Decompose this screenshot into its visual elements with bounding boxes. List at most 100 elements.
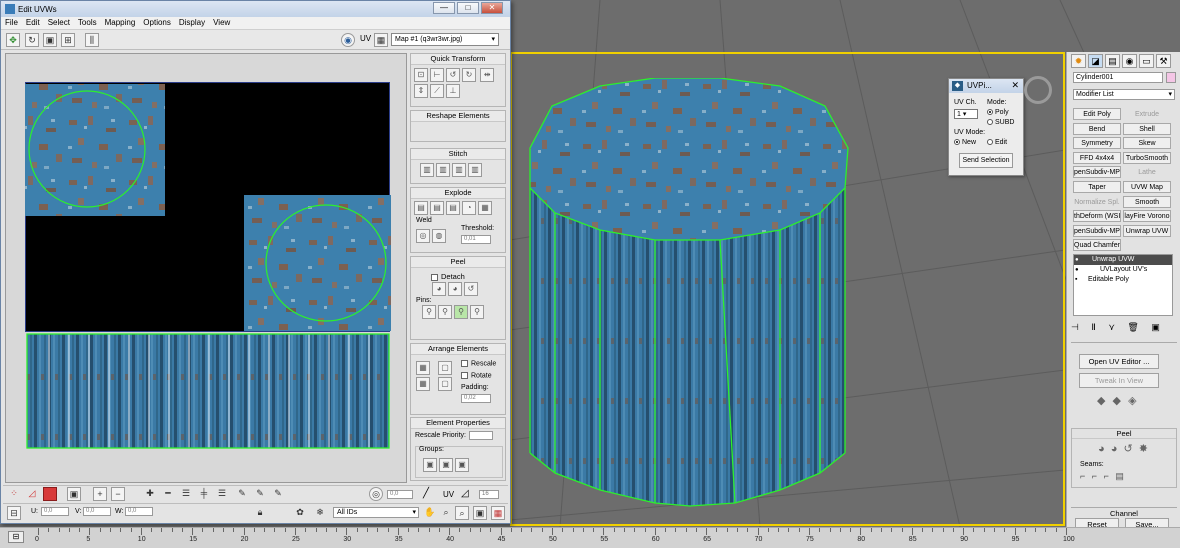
stitch-header[interactable]: Stitch (411, 149, 505, 160)
modifier-button[interactable]: Unwrap UVW (1123, 224, 1171, 237)
planar-icon[interactable]: ◆ (1097, 395, 1105, 407)
stitch-source-icon[interactable]: ▥ (436, 163, 450, 177)
tweak-in-view-button[interactable]: Tweak In View (1079, 373, 1159, 388)
menu-view[interactable]: View (209, 17, 234, 29)
stitch-avg-icon[interactable]: ▥ (452, 163, 466, 177)
paint-select-icon[interactable]: ✎ (235, 487, 249, 501)
weld-selected-icon[interactable]: ◎ (416, 229, 430, 243)
close-button[interactable]: ✕ (481, 2, 503, 14)
time-config-icon[interactable]: ⊟ (8, 531, 24, 543)
configure-icon[interactable]: ▣ (1151, 322, 1160, 332)
zoom-extents-icon[interactable]: ▣ (473, 506, 487, 520)
menu-display[interactable]: Display (175, 17, 209, 29)
arrange-header[interactable]: Arrange Elements (411, 344, 505, 355)
explode-header[interactable]: Explode (411, 188, 505, 199)
stack-item-uvlayout[interactable]: ● UVLayout UV's (1074, 265, 1172, 275)
falloff-icon[interactable]: ╱ (423, 488, 429, 499)
peel-reset-icon[interactable]: ↺ (1123, 443, 1132, 455)
mode-subd-radio[interactable]: SUBD (987, 119, 1014, 126)
group-add-icon[interactable]: ▣ (439, 458, 453, 472)
rescale-priority-input[interactable] (469, 431, 493, 440)
quick-transform-header[interactable]: Quick Transform (411, 54, 505, 65)
brush-size-icon[interactable]: ✎ (271, 487, 285, 501)
modifier-button[interactable]: UVW Map (1123, 181, 1171, 193)
bulb-icon[interactable]: ● (1075, 255, 1079, 265)
grow-icon[interactable]: + (93, 487, 107, 501)
align-y-icon[interactable]: ⊥ (446, 84, 460, 98)
bulb-icon[interactable]: ● (1075, 265, 1079, 275)
stitch-custom-icon[interactable]: ▥ (420, 163, 434, 177)
modifier-button[interactable]: Lathe (1123, 166, 1171, 178)
menu-file[interactable]: File (1, 17, 22, 29)
peel-quick-icon[interactable]: ◕ (1098, 443, 1105, 455)
pan-icon[interactable]: ✋ (423, 506, 437, 520)
modifier-button[interactable]: layFire Vorono (1123, 210, 1171, 223)
modify-tab-icon[interactable]: ◪ (1088, 54, 1103, 68)
loop-shrink-icon[interactable]: ━ (161, 487, 175, 501)
ring-grow-icon[interactable]: ╪ (197, 487, 211, 501)
send-selection-button[interactable]: Send Selection (959, 153, 1013, 168)
select-face-icon[interactable] (43, 487, 57, 501)
freeze-icon[interactable]: ❄ (313, 506, 327, 520)
break-icon[interactable]: ◔ (462, 201, 476, 215)
modifier-button[interactable]: penSubdiv-MP (1073, 224, 1121, 237)
peel-header[interactable]: Peel (411, 257, 505, 268)
weld-target-icon[interactable]: ◍ (432, 229, 446, 243)
straighten-icon[interactable]: ⟋ (430, 84, 444, 98)
explode-smooth-icon[interactable]: ▤ (414, 201, 428, 215)
channel-header[interactable]: Channel (1071, 507, 1177, 518)
modifier-button[interactable]: Taper (1073, 181, 1121, 193)
modifier-button[interactable]: Smooth (1123, 195, 1171, 208)
threshold-input[interactable]: 0,01 (461, 235, 491, 244)
modifier-stack[interactable]: ● Unwrap UVW ● UVLayout UV's ▪ Editable Pol… (1073, 254, 1173, 316)
open-uv-editor-button[interactable]: Open UV Editor ... (1079, 354, 1159, 369)
rotate-checkbox[interactable]: Rotate (461, 372, 492, 379)
modifier-list-select[interactable]: Modifier List ▾ (1073, 89, 1175, 100)
select-vertex-icon[interactable]: ⁘ (7, 487, 21, 501)
viewcube-icon[interactable] (1024, 76, 1052, 104)
close-icon[interactable]: ✕ (1011, 80, 1019, 91)
element-properties-header[interactable]: Element Properties (411, 418, 505, 429)
peel-pelt-icon[interactable]: ✸ (1139, 443, 1148, 455)
motion-tab-icon[interactable]: ◉ (1122, 54, 1137, 68)
modifier-button[interactable]: thDeform (WSI (1073, 210, 1121, 223)
menu-mapping[interactable]: Mapping (101, 17, 140, 29)
zoom-region-icon[interactable]: ⌕ (455, 506, 469, 520)
padding-input[interactable]: 0,02 (461, 394, 491, 403)
checker-icon[interactable]: ◉ (341, 33, 355, 47)
uv-channel-select[interactable]: 1 ▾ (954, 109, 978, 119)
modifier-button[interactable]: Edit Poly (1073, 108, 1121, 120)
move-icon[interactable]: ✥ (6, 33, 20, 47)
material-id-select[interactable]: All IDs ▾ (333, 507, 419, 518)
modifier-button[interactable]: Skew (1123, 137, 1171, 150)
auto-pin-icon[interactable]: ⚲ (454, 305, 468, 319)
uv-mode-edit-radio[interactable]: Edit (987, 139, 1007, 146)
explode-mat-icon[interactable]: ▤ (446, 201, 460, 215)
seam-point-icon[interactable]: ⌐ (1092, 471, 1097, 481)
modifier-button[interactable]: Bend (1073, 122, 1121, 135)
select-pins-icon[interactable]: ⚲ (470, 305, 484, 319)
group-remove-icon[interactable]: ▣ (455, 458, 469, 472)
uv-mode-new-radio[interactable]: New (954, 139, 976, 146)
object-color-swatch[interactable] (1166, 72, 1176, 83)
lock-icon[interactable]: 🔒︎ (253, 506, 267, 520)
pack-together-icon[interactable]: ▢ (438, 377, 452, 391)
align-icon[interactable]: ⊡ (414, 68, 428, 82)
pack-normalize-icon[interactable]: ▦ (416, 377, 430, 391)
uv-editor-canvas[interactable] (5, 53, 407, 483)
make-unique-icon[interactable]: ⋎ (1108, 322, 1115, 332)
map-select[interactable]: Map #1 (q3wr3wr.jpg) ▾ (391, 33, 499, 46)
menu-select[interactable]: Select (44, 17, 74, 29)
absolute-mode-icon[interactable]: ⊟ (7, 506, 21, 520)
peel-reset-icon[interactable]: ↺ (464, 282, 478, 296)
modifier-button[interactable]: Shell (1123, 122, 1171, 135)
seam-loop-icon[interactable]: ▤ (1115, 471, 1124, 481)
minimize-button[interactable]: — (433, 2, 455, 14)
degree-input[interactable]: 16 (479, 490, 499, 499)
timeline[interactable]: ⊟ 0 5 10 15 20 25 30 35 40 45 50 55 60 65 70 75 80 85 90 95… (0, 527, 1180, 548)
modifier-button[interactable]: penSubdiv-MP (1073, 166, 1121, 179)
rotate-icon[interactable]: ↻ (25, 33, 39, 47)
rotate-minus-icon[interactable]: ↺ (446, 68, 460, 82)
peel-lscm-icon[interactable]: ◕ (448, 282, 462, 296)
create-tab-icon[interactable]: ✹ (1071, 54, 1086, 68)
